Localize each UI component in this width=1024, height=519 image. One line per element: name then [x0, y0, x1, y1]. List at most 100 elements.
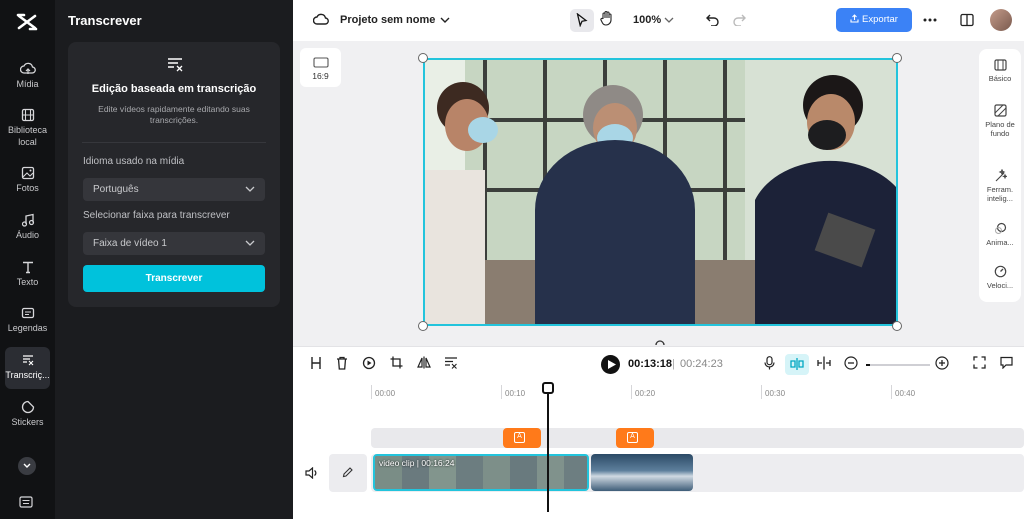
nav-item-transcript[interactable]: Transcriç... — [5, 347, 50, 389]
select-tool-button[interactable] — [570, 9, 594, 32]
redo-icon[interactable] — [733, 14, 746, 26]
delete-icon[interactable] — [336, 356, 348, 370]
text-track[interactable] — [371, 428, 1024, 448]
preview-canvas: 16:9 Básico Plano de fundo Ferram. intel… — [293, 41, 1024, 346]
hand-icon — [600, 10, 612, 26]
panel-title: Transcrever — [68, 13, 142, 28]
volume-icon[interactable] — [305, 467, 318, 479]
nav-item-photos[interactable]: Fotos — [5, 166, 50, 194]
replay-icon[interactable] — [362, 356, 376, 370]
fullscreen-icon[interactable] — [973, 356, 986, 369]
image-icon — [21, 166, 34, 180]
hand-tool-button[interactable] — [600, 10, 614, 31]
cloud-icon[interactable] — [313, 13, 329, 27]
nav-item-label: Stickers — [11, 417, 44, 427]
keyboard-shortcuts-button[interactable] — [19, 495, 33, 513]
snap-icon — [790, 358, 804, 370]
magnet-toggle[interactable] — [785, 354, 809, 375]
ruler-label: 00:30 — [765, 389, 786, 398]
panel-item-label: Veloci... — [986, 281, 1014, 290]
split-screen-icon[interactable] — [817, 356, 831, 370]
play-button[interactable] — [601, 355, 620, 374]
nav-item-label: Texto — [16, 277, 39, 287]
ratio-icon — [312, 57, 329, 68]
clip-thumbnail — [564, 456, 587, 489]
chevron-down-icon — [245, 186, 255, 192]
transcribe-card: Edição baseada em transcrição Edite víde… — [68, 42, 280, 307]
transcribe-button[interactable]: Transcrever — [83, 265, 265, 292]
zoom-value[interactable]: 100% — [633, 11, 661, 30]
panel-item-basic[interactable]: Básico — [979, 59, 1021, 83]
panel-item-animation[interactable]: Anima... — [979, 222, 1021, 247]
clip-thumbnail — [456, 456, 483, 489]
nav-item-captions[interactable]: Legendas — [5, 306, 50, 334]
edit-cover-button[interactable] — [329, 454, 367, 492]
card-title: Edição baseada em transcrição — [91, 83, 257, 95]
zoom-out-icon[interactable] — [844, 356, 858, 370]
total-time: 00:24:23 — [680, 358, 723, 370]
captions-icon — [21, 307, 34, 319]
text-icon — [22, 261, 33, 274]
playhead-handle[interactable] — [542, 382, 554, 394]
split-icon[interactable] — [310, 356, 322, 370]
nav-item-media[interactable]: Mídia — [5, 62, 50, 90]
zoom-in-icon[interactable] — [935, 356, 949, 370]
resize-handle[interactable] — [892, 53, 902, 63]
project-name[interactable]: Projeto sem nome — [340, 11, 435, 30]
sticker-icon — [21, 400, 34, 414]
film-icon — [21, 108, 34, 122]
language-select[interactable]: Português — [83, 178, 265, 201]
panel-item-background[interactable]: Plano de fundo — [979, 104, 1021, 138]
ruler-tick — [891, 385, 892, 399]
video-clip[interactable]: video clip | 00:16:24 — [373, 454, 589, 491]
chevron-down-icon[interactable] — [664, 16, 674, 24]
text-marker[interactable]: A — [503, 428, 541, 448]
undo-icon[interactable] — [706, 14, 719, 26]
nav-item-audio[interactable]: Áudio — [5, 213, 50, 241]
panel-item-smart-tools[interactable]: Ferram. intelig... — [979, 169, 1021, 203]
microphone-icon[interactable] — [764, 356, 775, 370]
text-marker-icon: A — [627, 432, 638, 443]
track-select[interactable]: Faixa de vídeo 1 — [83, 232, 265, 255]
transcript-icon[interactable] — [444, 356, 458, 369]
language-label: Idioma usado na mídia — [83, 156, 185, 167]
animation-icon — [994, 222, 1006, 234]
speed-icon — [994, 265, 1006, 278]
resize-handle[interactable] — [418, 53, 428, 63]
timeline: 00:00 00:10 00:20 00:30 00:40 A A video … — [293, 382, 1024, 519]
nav-item-local-library[interactable]: Biblioteca local — [5, 108, 50, 148]
flip-icon[interactable] — [417, 356, 431, 369]
timeline-ruler[interactable]: 00:00 00:10 00:20 00:30 00:40 — [293, 382, 1024, 402]
export-button[interactable]: Exportar — [836, 8, 912, 32]
aspect-ratio-button[interactable]: 16:9 — [300, 48, 341, 87]
nav-expand-button[interactable] — [18, 457, 36, 475]
nav-item-text[interactable]: Texto — [5, 260, 50, 288]
nav-item-label: Mídia — [16, 79, 39, 89]
comment-icon[interactable] — [1000, 356, 1013, 369]
video-clip[interactable] — [591, 454, 693, 491]
zoom-slider[interactable] — [866, 364, 930, 366]
clip-thumbnail — [483, 456, 510, 489]
video-preview[interactable] — [423, 58, 898, 326]
resize-handle[interactable] — [418, 321, 428, 331]
ruler-label: 00:10 — [505, 389, 526, 398]
transcript-icon — [22, 355, 33, 366]
nav-item-stickers[interactable]: Stickers — [5, 400, 50, 428]
ruler-tick — [761, 385, 762, 399]
current-time: 00:13:18 — [628, 358, 673, 370]
track-label: Selecionar faixa para transcrever — [83, 210, 230, 221]
chevron-down-icon — [245, 240, 255, 246]
panel-item-speed[interactable]: Veloci... — [979, 265, 1021, 290]
avatar[interactable] — [990, 9, 1012, 31]
text-marker[interactable]: A — [616, 428, 654, 448]
more-icon[interactable] — [923, 18, 937, 22]
layout-panel-icon[interactable] — [960, 13, 974, 27]
cursor-icon — [576, 12, 588, 28]
chevron-down-icon[interactable] — [440, 16, 450, 24]
resize-handle[interactable] — [892, 321, 902, 331]
playhead[interactable] — [547, 382, 549, 512]
upload-icon — [850, 14, 859, 23]
capcut-logo-icon[interactable] — [14, 12, 40, 34]
crop-icon[interactable] — [390, 356, 403, 369]
clip-thumbnail — [537, 456, 564, 489]
